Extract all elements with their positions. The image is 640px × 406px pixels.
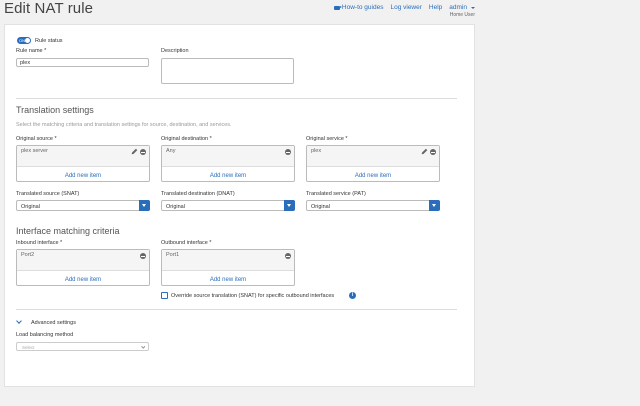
chevron-down-icon[interactable] — [284, 200, 295, 211]
divider — [16, 98, 457, 99]
original-destination-list: Any Add new item — [161, 145, 295, 182]
original-source-list: plex server Add new item — [16, 145, 150, 182]
rule-status-toggle[interactable]: ON — [17, 37, 31, 44]
remove-icon[interactable] — [430, 149, 436, 155]
info-icon[interactable]: i — [349, 292, 356, 299]
advanced-settings-toggle[interactable]: Advanced settings — [31, 320, 76, 326]
video-camera-icon — [333, 5, 342, 10]
remove-icon[interactable] — [140, 253, 146, 259]
user-role: Home User — [449, 12, 475, 18]
pencil-icon[interactable] — [421, 148, 428, 155]
translated-service-label: Translated service (PAT) — [306, 191, 366, 197]
chevron-down-icon — [471, 6, 475, 9]
original-source-label: Original source * — [16, 136, 57, 142]
pencil-icon[interactable] — [131, 148, 138, 155]
add-new-item-link[interactable]: Add new item — [162, 277, 294, 283]
divider — [16, 309, 457, 310]
original-destination-label: Original destination * — [161, 136, 212, 142]
list-item — [307, 146, 439, 167]
add-new-item-link[interactable]: Add new item — [17, 173, 149, 179]
list-item — [17, 250, 149, 271]
override-snat-label: Override source translation (SNAT) for s… — [171, 292, 335, 299]
log-viewer-link[interactable]: Log viewer — [390, 4, 421, 11]
translated-source-label: Translated source (SNAT) — [16, 191, 80, 197]
original-source-value: plex server — [21, 148, 48, 154]
translated-destination-value: Original — [166, 203, 185, 210]
inbound-interface-list: Port2 Add new item — [16, 249, 150, 286]
load-balancing-placeholder: Select — [22, 345, 35, 350]
original-destination-value: Any — [166, 148, 176, 154]
original-service-value: plex — [311, 148, 322, 154]
add-new-item-link[interactable]: Add new item — [162, 173, 294, 179]
toggle-knob — [25, 38, 30, 43]
original-service-label: Original service * — [306, 136, 348, 142]
load-balancing-label: Load balancing method — [16, 332, 74, 338]
rule-status-label: Rule status — [35, 37, 63, 44]
remove-icon[interactable] — [285, 253, 291, 259]
how-to-guides-label: How-to guides — [341, 4, 384, 11]
translated-source-select[interactable]: Original — [16, 200, 150, 211]
list-item — [162, 146, 294, 167]
description-textarea[interactable] — [161, 58, 294, 84]
outbound-interface-list: Port1 Add new item — [161, 249, 295, 286]
translation-settings-title: Translation settings — [16, 105, 94, 115]
original-service-list: plex Add new item — [306, 145, 440, 182]
translated-destination-select[interactable]: Original — [161, 200, 295, 211]
override-snat-checkbox[interactable] — [161, 292, 168, 299]
chevron-down-icon[interactable] — [139, 200, 150, 211]
add-new-item-link[interactable]: Add new item — [307, 173, 439, 179]
how-to-guides-link[interactable]: How-to guides — [333, 4, 384, 11]
outbound-interface-value: Port1 — [166, 252, 180, 258]
inbound-interface-value: Port2 — [21, 252, 35, 258]
inbound-interface-label: Inbound interface * — [16, 240, 63, 246]
user-name: admin — [449, 4, 467, 11]
translated-service-value: Original — [311, 203, 330, 210]
load-balancing-select[interactable]: Select — [16, 342, 149, 351]
list-item — [162, 250, 294, 271]
translated-destination-label: Translated destination (DNAT) — [161, 191, 235, 197]
outbound-interface-label: Outbound interface * — [161, 240, 212, 246]
rule-name-label: Rule name * — [16, 48, 47, 54]
description-label: Description — [161, 48, 189, 54]
chevron-down-icon[interactable] — [429, 200, 440, 211]
interface-matching-title: Interface matching criteria — [16, 226, 120, 236]
page-title: Edit NAT rule — [4, 0, 94, 17]
remove-icon[interactable] — [140, 149, 146, 155]
rule-name-input[interactable]: plex — [16, 58, 149, 67]
translation-helper-text: Select the matching criteria and transla… — [16, 122, 232, 128]
help-link[interactable]: Help — [429, 4, 442, 11]
remove-icon[interactable] — [285, 149, 291, 155]
user-menu[interactable]: admin — [449, 4, 475, 11]
translated-source-value: Original — [21, 203, 40, 210]
add-new-item-link[interactable]: Add new item — [17, 277, 149, 283]
translated-service-select[interactable]: Original — [306, 200, 440, 211]
chevron-down-icon — [140, 344, 145, 349]
top-nav: How-to guides Log viewer Help admin — [333, 4, 475, 11]
